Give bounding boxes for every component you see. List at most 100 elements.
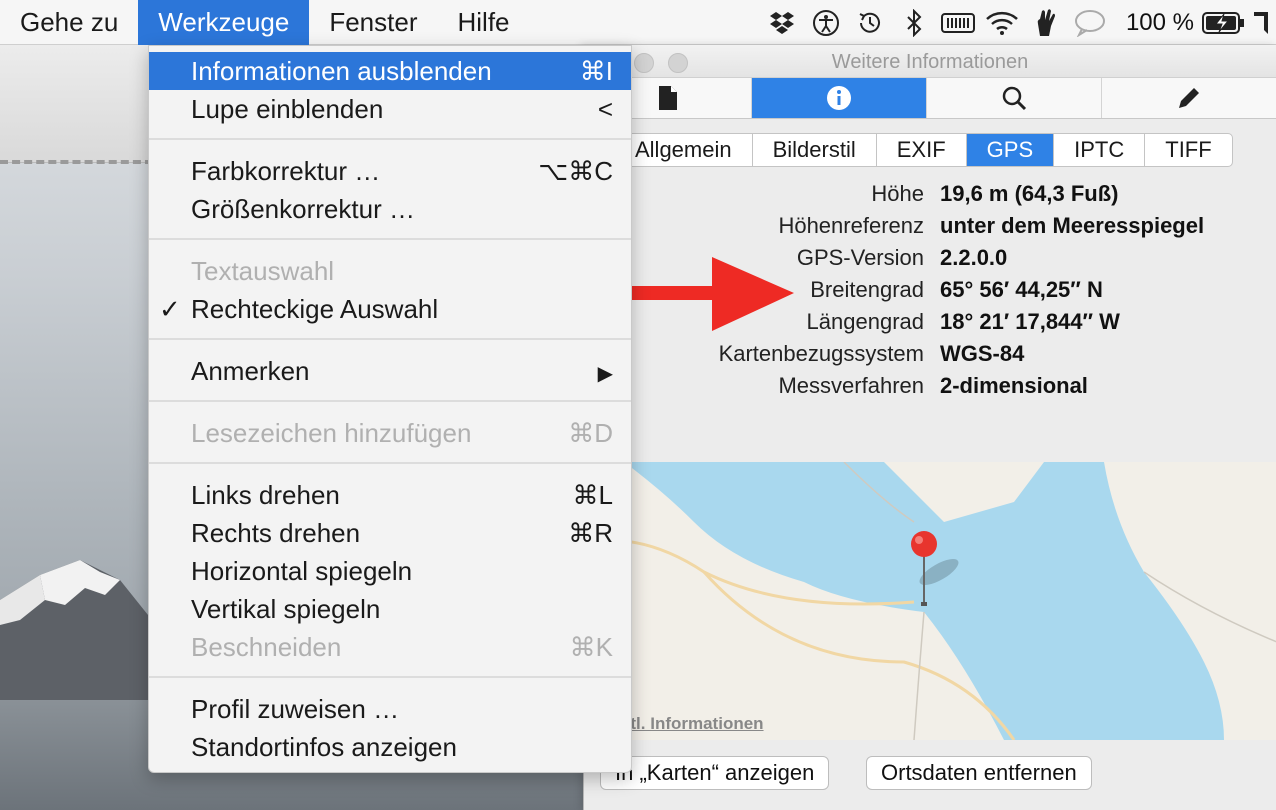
menu-item-label: Beschneiden bbox=[191, 632, 342, 662]
menu-item-shortcut: ⌘D bbox=[568, 418, 613, 448]
tab-tiff[interactable]: TIFF bbox=[1145, 134, 1231, 166]
gps-row: Kartenbezugssystem WGS-84 bbox=[584, 338, 1276, 370]
gps-value-gps-version: 2.2.0.0 bbox=[940, 245, 1008, 270]
menu-item-label: Anmerken bbox=[191, 356, 310, 386]
dropbox-icon[interactable] bbox=[760, 0, 804, 45]
tab-bilderstil[interactable]: Bilderstil bbox=[753, 134, 877, 166]
menu-item-shortcut: ⌘R bbox=[568, 518, 613, 548]
menu-gehe-zu[interactable]: Gehe zu bbox=[0, 0, 138, 45]
magnifier-icon bbox=[1002, 86, 1027, 111]
menu-item-informationen-ausblenden[interactable]: Informationen ausblenden ⌘I bbox=[149, 52, 631, 90]
menu-item-anmerken[interactable]: Anmerken ▶ bbox=[149, 352, 631, 390]
memory-icon[interactable] bbox=[936, 0, 980, 45]
location-map[interactable]: htl. Informationen bbox=[584, 462, 1276, 740]
menu-item-label: Vertikal spiegeln bbox=[191, 594, 381, 624]
bluetooth-icon[interactable] bbox=[892, 0, 936, 45]
metadata-tabs: Allgemein Bilderstil EXIF GPS IPTC TIFF bbox=[626, 133, 1233, 167]
menu-item-label: Lesezeichen hinzufügen bbox=[191, 418, 472, 448]
menu-separator bbox=[149, 138, 631, 140]
menu-werkzeuge[interactable]: Werkzeuge bbox=[138, 0, 310, 45]
werkzeuge-menu: Informationen ausblenden ⌘I Lupe einblen… bbox=[148, 45, 632, 773]
menu-item-horizontal-spiegeln[interactable]: Horizontal spiegeln bbox=[149, 552, 631, 590]
menu-item-rechts-drehen[interactable]: Rechts drehen ⌘R bbox=[149, 514, 631, 552]
menu-item-label: Standortinfos anzeigen bbox=[191, 732, 457, 762]
gps-row: Höhenreferenz unter dem Meeresspiegel bbox=[584, 210, 1276, 242]
menu-item-vertikal-spiegeln[interactable]: Vertikal spiegeln bbox=[149, 590, 631, 628]
menu-item-label: Lupe einblenden bbox=[191, 94, 384, 124]
tab-annotations-inspector[interactable] bbox=[1102, 78, 1276, 118]
pencil-icon bbox=[1179, 88, 1199, 108]
battery-charging-icon[interactable] bbox=[1202, 0, 1246, 45]
menu-item-label: Größenkorrektur … bbox=[191, 194, 415, 224]
menu-item-label: Rechts drehen bbox=[191, 518, 361, 548]
gps-key-kartenbezugssystem: Kartenbezugssystem bbox=[718, 341, 924, 366]
menu-item-label: Horizontal spiegeln bbox=[191, 556, 413, 586]
show-in-maps-button[interactable]: In „Karten“ anzeigen bbox=[600, 756, 830, 790]
menu-item-label: Rechteckige Auswahl bbox=[191, 294, 439, 324]
messages-icon[interactable] bbox=[1068, 0, 1112, 45]
info-icon bbox=[827, 86, 851, 110]
menu-item-shortcut: ⌘K bbox=[569, 632, 613, 662]
menu-item-profil-zuweisen[interactable]: Profil zuweisen … bbox=[149, 690, 631, 728]
menu-item-label: Farbkorrektur … bbox=[191, 156, 381, 186]
menu-item-shortcut: ⌥⌘C bbox=[538, 156, 613, 186]
menu-item-beschneiden: Beschneiden ⌘K bbox=[149, 628, 631, 666]
menu-item-rechteckige-auswahl[interactable]: ✓ Rechteckige Auswahl bbox=[149, 290, 631, 328]
user-menu-icon[interactable] bbox=[1246, 0, 1276, 45]
time-machine-icon[interactable] bbox=[848, 0, 892, 45]
menu-separator bbox=[149, 338, 631, 340]
gps-value-laengengrad: 18° 21′ 17,844″ W bbox=[940, 309, 1120, 334]
gps-key-messverfahren: Messverfahren bbox=[778, 373, 924, 398]
menu-item-standortinfos-anzeigen[interactable]: Standortinfos anzeigen bbox=[149, 728, 631, 766]
battery-percentage[interactable]: 100 % bbox=[1112, 9, 1202, 37]
more-info-link[interactable]: htl. Informationen bbox=[620, 714, 764, 734]
menu-bar: Gehe zu Werkzeuge Fenster Hilfe 100 % bbox=[0, 0, 1276, 45]
submenu-arrow-icon: ▶ bbox=[597, 363, 613, 385]
menu-separator bbox=[149, 400, 631, 402]
tab-exif[interactable]: EXIF bbox=[877, 134, 967, 166]
menu-separator bbox=[149, 462, 631, 464]
gps-value-kartenbezugssystem: WGS-84 bbox=[940, 341, 1025, 366]
hand-icon[interactable] bbox=[1024, 0, 1068, 45]
menu-item-label: Links drehen bbox=[191, 480, 340, 510]
menu-item-lupe-einblenden[interactable]: Lupe einblenden < bbox=[149, 90, 631, 128]
gps-value-hoehenreferenz: unter dem Meeresspiegel bbox=[940, 213, 1205, 238]
menu-item-label: Textauswahl bbox=[191, 256, 335, 286]
menu-hilfe[interactable]: Hilfe bbox=[437, 0, 529, 45]
map-graphic bbox=[584, 462, 1276, 740]
tab-keywords-inspector[interactable] bbox=[927, 78, 1102, 118]
window-titlebar: Weitere Informationen bbox=[584, 45, 1276, 77]
gps-value-breitengrad: 65° 56′ 44,25″ N bbox=[940, 277, 1103, 302]
document-icon bbox=[658, 86, 677, 110]
inspector-toolbar bbox=[584, 77, 1276, 119]
status-area: 100 % bbox=[760, 0, 1276, 45]
menu-separator bbox=[149, 676, 631, 678]
gps-row: Messverfahren 2-dimensional bbox=[584, 370, 1276, 402]
tab-more-info-inspector[interactable] bbox=[752, 78, 927, 118]
menu-item-label: Informationen ausblenden bbox=[191, 56, 492, 86]
gps-key-hoehe: Höhe bbox=[871, 181, 924, 206]
checkmark-icon: ✓ bbox=[159, 294, 181, 324]
menu-item-lesezeichen-hinzufuegen: Lesezeichen hinzufügen ⌘D bbox=[149, 414, 631, 452]
tab-gps[interactable]: GPS bbox=[966, 134, 1055, 166]
gps-key-hoehenreferenz: Höhenreferenz bbox=[778, 213, 924, 238]
wifi-icon[interactable] bbox=[980, 0, 1024, 45]
remove-location-button[interactable]: Ortsdaten entfernen bbox=[866, 756, 1092, 790]
menu-item-label: Profil zuweisen … bbox=[191, 694, 400, 724]
window-title: Weitere Informationen bbox=[831, 51, 1029, 73]
gps-row: Höhe 19,6 m (64,3 Fuß) bbox=[584, 178, 1276, 210]
menu-item-shortcut: < bbox=[597, 94, 613, 124]
menu-item-farbkorrektur[interactable]: Farbkorrektur … ⌥⌘C bbox=[149, 152, 631, 190]
menu-fenster[interactable]: Fenster bbox=[309, 0, 437, 45]
menu-item-shortcut: ⌘I bbox=[579, 56, 613, 86]
gps-value-hoehe: 19,6 m (64,3 Fuß) bbox=[940, 181, 1119, 206]
menu-item-links-drehen[interactable]: Links drehen ⌘L bbox=[149, 476, 631, 514]
menu-item-textauswahl: Textauswahl bbox=[149, 252, 631, 290]
accessibility-icon[interactable] bbox=[804, 0, 848, 45]
menu-item-groessenkorrektur[interactable]: Größenkorrektur … bbox=[149, 190, 631, 228]
menu-separator bbox=[149, 238, 631, 240]
menu-item-shortcut: ⌘L bbox=[572, 480, 613, 510]
tab-allgemein[interactable]: Allgemein bbox=[627, 134, 753, 166]
tab-iptc[interactable]: IPTC bbox=[1054, 134, 1146, 166]
gps-value-messverfahren: 2-dimensional bbox=[940, 373, 1088, 398]
